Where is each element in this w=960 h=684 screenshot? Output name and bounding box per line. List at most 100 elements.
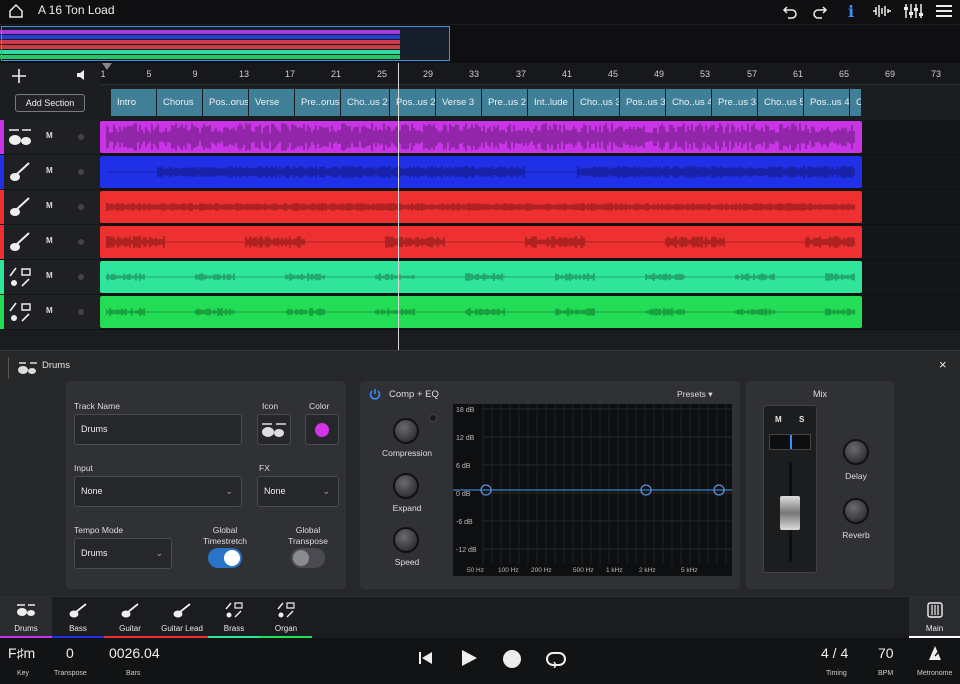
section-block[interactable]: C (850, 89, 862, 116)
input-select[interactable]: None ⌄ (74, 476, 242, 507)
track-tab-bass[interactable]: Bass (52, 597, 104, 639)
section-block[interactable]: Chorus (157, 89, 203, 116)
audio-clip[interactable] (100, 226, 862, 258)
section-block[interactable]: Verse 3 (436, 89, 482, 116)
undo-icon[interactable] (782, 3, 798, 19)
home-icon[interactable] (8, 3, 24, 19)
track-lane[interactable] (100, 260, 960, 295)
timing-value[interactable]: 4 / 4 (821, 645, 848, 661)
section-block[interactable]: Pre..us 3 (712, 89, 758, 116)
mute-button[interactable]: M (46, 201, 53, 210)
section-block[interactable]: Cho..us 5 (758, 89, 804, 116)
key-value[interactable]: F♯m (8, 645, 35, 661)
presets-dropdown[interactable]: Presets ▾ (677, 389, 712, 400)
waveform-icon[interactable] (872, 3, 892, 19)
icon-picker[interactable] (257, 414, 291, 445)
reverb-knob[interactable] (843, 498, 869, 524)
solo-button[interactable]: S (799, 415, 804, 424)
section-block[interactable]: Pre..orus (295, 89, 341, 116)
track-header-organ[interactable]: M (0, 295, 100, 330)
track-lane[interactable] (100, 225, 960, 260)
track-header-bass[interactable]: M (0, 155, 100, 190)
audio-clip[interactable] (100, 191, 862, 223)
add-section-button[interactable]: Add Section (15, 94, 85, 112)
track-lane[interactable] (100, 190, 960, 225)
section-block[interactable]: Pos..orus (203, 89, 249, 116)
record-arm-button[interactable] (78, 309, 84, 315)
color-picker[interactable] (305, 414, 339, 445)
mute-button[interactable]: M (46, 131, 53, 140)
redo-icon[interactable] (812, 3, 828, 19)
mute-button[interactable]: M (775, 415, 782, 424)
transpose-toggle[interactable] (291, 548, 325, 568)
track-header-guitar[interactable]: M (0, 190, 100, 225)
loop-start-marker[interactable] (102, 63, 112, 70)
power-icon[interactable] (369, 388, 381, 400)
audio-clip[interactable] (100, 261, 862, 293)
section-block[interactable]: Pos..us 3 (620, 89, 666, 116)
timeline-ruler[interactable]: 1 5 9 13 17 21 25 29 33 37 41 45 49 53 57 61 65 69 73 (100, 63, 960, 85)
transpose-value[interactable]: 0 (66, 645, 74, 661)
delay-knob[interactable] (843, 439, 869, 465)
mute-button[interactable]: M (46, 166, 53, 175)
metronome-icon[interactable] (926, 645, 944, 661)
track-tab-guitar[interactable]: Guitar (104, 597, 156, 639)
pan-control[interactable] (769, 434, 811, 450)
section-block[interactable]: Cho..us 4 (666, 89, 712, 116)
track-lane[interactable] (100, 120, 960, 155)
add-track-icon[interactable] (11, 68, 27, 84)
rewind-icon[interactable] (418, 650, 434, 666)
overview-viewport[interactable] (1, 26, 450, 61)
close-icon[interactable]: × (939, 357, 947, 372)
section-block[interactable]: Pos..us 2 (390, 89, 436, 116)
section-block[interactable]: Cho..us 2 (341, 89, 390, 116)
record-arm-button[interactable] (78, 169, 84, 175)
speaker-icon[interactable] (76, 69, 88, 81)
compression-knob[interactable] (393, 418, 419, 444)
section-block[interactable]: Pos..us 4 (804, 89, 850, 116)
audio-clip[interactable] (100, 121, 862, 153)
speed-knob[interactable] (393, 527, 419, 553)
track-tab-drums[interactable]: Drums (0, 597, 52, 639)
section-block[interactable]: Intro (111, 89, 157, 116)
eq-graph[interactable]: 18 dB 12 dB 6 dB 0 dB -6 dB -12 dB 50 Hz 100 Hz… (453, 404, 732, 576)
main-tab[interactable]: Main (909, 597, 960, 639)
mixer-icon[interactable] (903, 3, 923, 19)
timestretch-toggle[interactable] (208, 548, 242, 568)
info-icon[interactable]: i (848, 2, 854, 21)
bpm-value[interactable]: 70 (878, 645, 894, 661)
audio-clip[interactable] (100, 296, 862, 328)
track-tab-organ[interactable]: Organ (260, 597, 312, 639)
track-header-guitar-lead[interactable]: M (0, 225, 100, 260)
track-header-drums[interactable]: M (0, 120, 100, 155)
bars-value[interactable]: 0026.04 (109, 645, 160, 661)
section-block[interactable]: Pre..us 2 (482, 89, 528, 116)
playhead[interactable] (398, 63, 399, 350)
eq-curve-plot[interactable]: 18 dB 12 dB 6 dB 0 dB -6 dB -12 dB 50 Hz 100 Hz… (453, 404, 732, 576)
audio-clip[interactable] (100, 156, 862, 188)
fx-select[interactable]: None ⌄ (257, 476, 339, 507)
record-arm-button[interactable] (78, 239, 84, 245)
menu-icon[interactable] (935, 3, 953, 19)
section-block[interactable]: Verse (249, 89, 295, 116)
mute-button[interactable]: M (46, 236, 53, 245)
record-arm-button[interactable] (78, 204, 84, 210)
record-arm-button[interactable] (78, 274, 84, 280)
volume-fader[interactable] (780, 496, 800, 530)
song-overview[interactable] (0, 25, 960, 63)
track-header-brass[interactable]: M (0, 260, 100, 295)
expand-knob[interactable] (393, 473, 419, 499)
record-icon[interactable] (502, 649, 522, 669)
track-tab-brass[interactable]: Brass (208, 597, 260, 639)
mute-button[interactable]: M (46, 306, 53, 315)
loop-icon[interactable] (545, 650, 567, 668)
track-name-field[interactable]: Drums (74, 414, 242, 445)
section-block[interactable]: Int..lude (528, 89, 574, 116)
track-lane[interactable] (100, 295, 960, 330)
track-lane[interactable] (100, 155, 960, 190)
tempo-mode-select[interactable]: Drums ⌄ (74, 538, 172, 569)
record-arm-button[interactable] (78, 134, 84, 140)
play-icon[interactable] (460, 649, 478, 667)
section-block[interactable]: Cho..us 3 (574, 89, 620, 116)
track-tab-guitar-lead[interactable]: Guitar Lead (156, 597, 208, 639)
